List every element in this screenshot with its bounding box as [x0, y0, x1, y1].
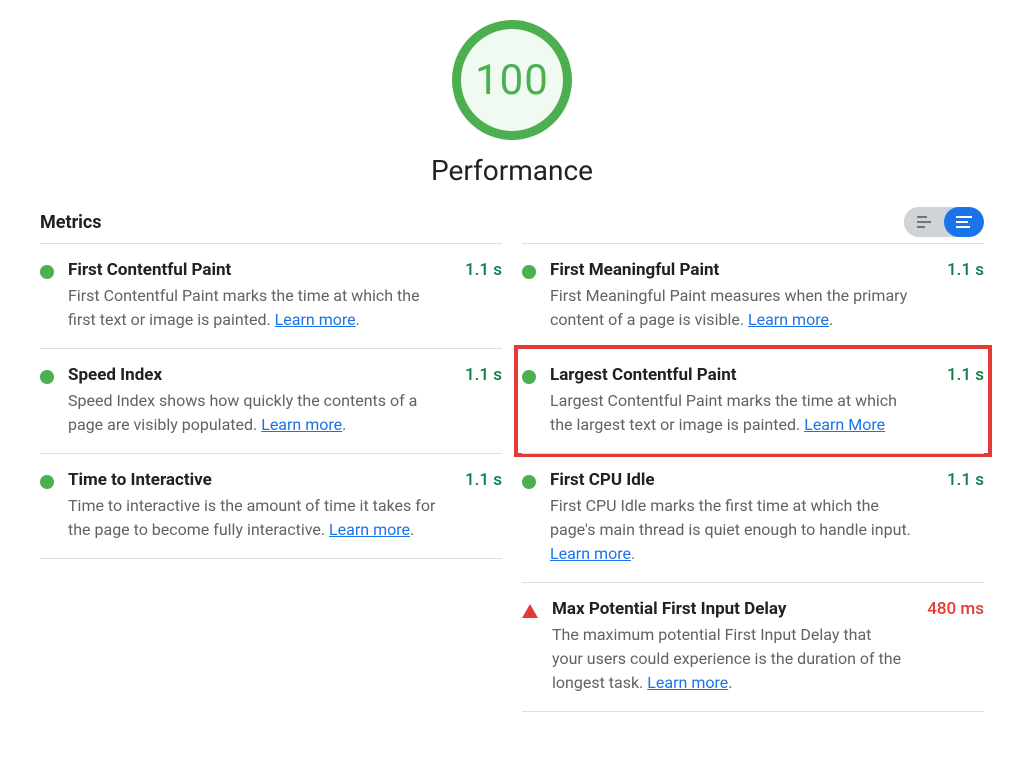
metric-first-contentful-paint: First Contentful Paint First Contentful …	[40, 243, 502, 348]
metric-desc: First Contentful Paint marks the time at…	[68, 284, 441, 332]
metrics-columns: First Contentful Paint First Contentful …	[40, 243, 984, 712]
metric-desc: The maximum potential First Input Delay …	[552, 623, 903, 695]
metric-title: Max Potential First Input Delay	[552, 599, 903, 619]
metric-body: First CPU Idle First CPU Idle marks the …	[550, 470, 923, 566]
status-pass-icon	[522, 265, 536, 279]
metric-desc: Speed Index shows how quickly the conten…	[68, 389, 441, 437]
metric-largest-contentful-paint: Largest Contentful Paint Largest Content…	[522, 348, 984, 453]
learn-more-link[interactable]: Learn more	[329, 520, 410, 539]
learn-more-link[interactable]: Learn more	[550, 544, 631, 563]
metrics-header-row: Metrics	[40, 207, 984, 237]
metric-title: First CPU Idle	[550, 470, 923, 490]
metric-first-cpu-idle: First CPU Idle First CPU Idle marks the …	[522, 453, 984, 582]
metric-value: 1.1 s	[465, 470, 502, 490]
status-pass-icon	[40, 475, 54, 489]
metric-value: 480 ms	[927, 599, 984, 619]
metric-body: Max Potential First Input Delay The maxi…	[552, 599, 903, 695]
status-pass-icon	[522, 475, 536, 489]
status-pass-icon	[522, 370, 536, 384]
score-gauge: 100	[452, 20, 572, 140]
metric-desc: Largest Contentful Paint marks the time …	[550, 389, 923, 437]
metric-body: Time to Interactive Time to interactive …	[68, 470, 441, 542]
compact-icon	[917, 216, 931, 228]
metric-desc: First CPU Idle marks the first time at w…	[550, 494, 923, 566]
metric-body: Speed Index Speed Index shows how quickl…	[68, 365, 441, 437]
learn-more-link[interactable]: Learn More	[804, 415, 885, 434]
metric-title: Speed Index	[68, 365, 441, 385]
metric-value: 1.1 s	[947, 260, 984, 280]
score-value: 100	[475, 56, 549, 105]
learn-more-link[interactable]: Learn more	[275, 310, 356, 329]
metric-max-potential-fid: Max Potential First Input Delay The maxi…	[522, 582, 984, 712]
status-pass-icon	[40, 370, 54, 384]
metric-body: Largest Contentful Paint Largest Content…	[550, 365, 923, 437]
metric-title: Largest Contentful Paint	[550, 365, 923, 385]
learn-more-link[interactable]: Learn more	[261, 415, 342, 434]
metric-value: 1.1 s	[465, 260, 502, 280]
metric-title: First Contentful Paint	[68, 260, 441, 280]
metric-value: 1.1 s	[947, 365, 984, 385]
view-toggle[interactable]	[904, 207, 984, 237]
view-toggle-expanded[interactable]	[944, 207, 984, 237]
expanded-icon	[956, 216, 972, 228]
metric-body: First Meaningful Paint First Meaningful …	[550, 260, 923, 332]
metric-desc: Time to interactive is the amount of tim…	[68, 494, 441, 542]
learn-more-link[interactable]: Learn more	[647, 673, 728, 692]
metrics-col-right: First Meaningful Paint First Meaningful …	[522, 243, 984, 712]
metric-title: Time to Interactive	[68, 470, 441, 490]
metric-body: First Contentful Paint First Contentful …	[68, 260, 441, 332]
status-pass-icon	[40, 265, 54, 279]
metric-speed-index: Speed Index Speed Index shows how quickl…	[40, 348, 502, 453]
metric-value: 1.1 s	[465, 365, 502, 385]
metrics-col-left: First Contentful Paint First Contentful …	[40, 243, 502, 712]
metric-desc: First Meaningful Paint measures when the…	[550, 284, 923, 332]
score-gauge-container: 100 Performance	[40, 20, 984, 187]
section-title: Metrics	[40, 212, 102, 233]
gauge-title: Performance	[431, 154, 593, 187]
learn-more-link[interactable]: Learn more	[748, 310, 829, 329]
metric-time-to-interactive: Time to Interactive Time to interactive …	[40, 453, 502, 559]
view-toggle-compact[interactable]	[904, 207, 944, 237]
metric-first-meaningful-paint: First Meaningful Paint First Meaningful …	[522, 243, 984, 348]
metric-value: 1.1 s	[947, 470, 984, 490]
metric-title: First Meaningful Paint	[550, 260, 923, 280]
status-fail-icon	[522, 604, 538, 618]
